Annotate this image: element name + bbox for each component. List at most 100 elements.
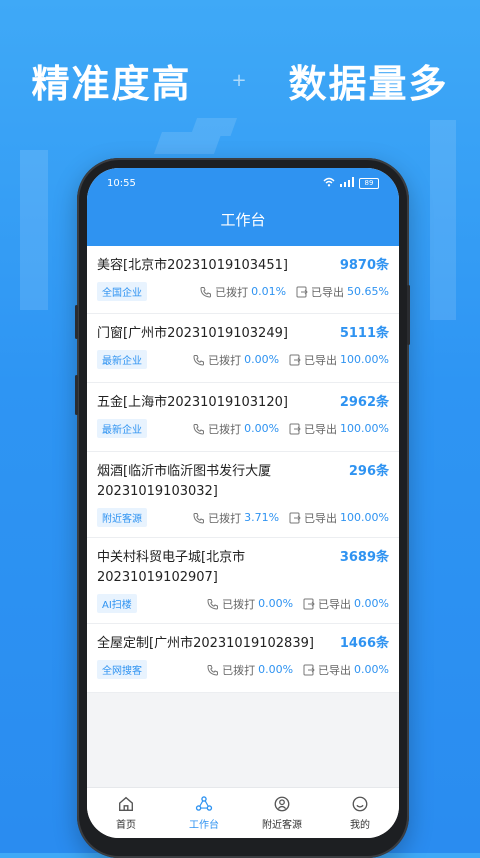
source-tag: 全网搜客 — [97, 660, 147, 679]
exported-percent: 100.00% — [340, 353, 389, 366]
nav-label: 附近客源 — [262, 820, 302, 831]
list-item-name: 五金[上海市20231019103120] — [97, 395, 288, 410]
phone-icon — [207, 664, 219, 676]
export-icon — [296, 286, 308, 297]
phone-side-button — [75, 375, 78, 415]
export-icon — [289, 512, 301, 523]
export-icon — [303, 598, 315, 609]
exported-stat: 已导出 100.00% — [289, 352, 389, 368]
list-item-name: 美容[北京市20231019103451] — [97, 258, 288, 273]
source-tag: 附近客源 — [97, 508, 147, 527]
dialed-percent: 0.00% — [244, 422, 280, 435]
exported-stat: 已导出 0.00% — [303, 662, 389, 678]
exported-label: 已导出 — [304, 353, 338, 367]
phone-icon — [200, 286, 212, 298]
list-item[interactable]: 中关村科贸电子城[北京市20231019102907] 3689条 AI扫楼 已… — [87, 538, 399, 624]
banner-headline: 精准度高 + 数据量多 — [0, 52, 480, 108]
dialed-stat: 已拨打 0.01% — [200, 284, 286, 300]
dialed-percent: 0.00% — [258, 663, 294, 676]
exported-label: 已导出 — [318, 663, 352, 677]
exported-percent: 0.00% — [354, 597, 389, 610]
nav-label: 工作台 — [189, 820, 219, 831]
wifi-icon — [323, 177, 335, 190]
exported-label: 已导出 — [304, 422, 338, 436]
exported-percent: 100.00% — [340, 422, 389, 435]
banner-separator: + — [231, 69, 249, 91]
exported-label: 已导出 — [304, 511, 338, 525]
source-tag: 最新企业 — [97, 419, 147, 438]
list-item-name: 烟酒[临沂市临沂图书发行大厦20231019103032] — [97, 464, 272, 499]
exported-percent: 50.65% — [347, 285, 389, 298]
dialed-label: 已拨打 — [208, 511, 242, 525]
list-item[interactable]: 烟酒[临沂市临沂图书发行大厦20231019103032] 296条 附近客源 … — [87, 452, 399, 538]
nav-item-home[interactable]: 首页 — [87, 788, 165, 838]
exported-stat: 已导出 0.00% — [303, 596, 389, 612]
nav-label: 我的 — [350, 820, 370, 831]
profile-icon — [352, 796, 368, 812]
list-item[interactable]: 五金[上海市20231019103120] 2962条 最新企业 已拨打 0.00… — [87, 383, 399, 452]
phone-icon — [207, 598, 219, 610]
nearby-icon — [274, 796, 290, 812]
task-list: 美容[北京市20231019103451] 9870条 全国企业 已拨打 0.01… — [87, 246, 399, 693]
nav-item-nearby[interactable]: 附近客源 — [243, 788, 321, 838]
signal-icon — [340, 176, 354, 190]
exported-percent: 0.00% — [354, 663, 389, 676]
nav-label: 首页 — [116, 820, 136, 831]
list-item-count: 3689条 — [339, 550, 389, 565]
dialed-stat: 已拨打 3.71% — [193, 510, 279, 526]
list-item-name: 全屋定制[广州市20231019102839] — [97, 636, 314, 651]
banner-right-text: 数据量多 — [288, 61, 449, 106]
list-item[interactable]: 美容[北京市20231019103451] 9870条 全国企业 已拨打 0.01… — [87, 246, 399, 314]
workbench-icon — [195, 796, 213, 811]
dialed-stat: 已拨打 0.00% — [193, 352, 279, 368]
bottom-nav: 首页 工作台 附近客源 我的 — [87, 787, 399, 838]
home-icon — [119, 796, 133, 811]
status-time: 10:55 — [107, 177, 136, 189]
exported-percent: 100.00% — [340, 511, 389, 524]
dialed-stat: 已拨打 0.00% — [193, 421, 279, 437]
phone-icon — [193, 354, 205, 366]
list-item-name: 门窗[广州市20231019103249] — [97, 326, 288, 341]
dialed-percent: 3.71% — [244, 511, 280, 524]
list-item-count: 9870条 — [339, 258, 389, 273]
exported-stat: 已导出 100.00% — [289, 421, 389, 437]
list-item-count: 5111条 — [339, 326, 389, 341]
app-header: 10:55 89 工作台 — [87, 168, 399, 246]
source-tag: 最新企业 — [97, 350, 147, 369]
list-item-count: 296条 — [348, 464, 389, 479]
exported-stat: 已导出 100.00% — [289, 510, 389, 526]
dialed-label: 已拨打 — [208, 353, 242, 367]
dialed-percent: 0.01% — [251, 285, 287, 298]
nav-item-profile[interactable]: 我的 — [321, 788, 399, 838]
source-tag: AI扫楼 — [97, 594, 137, 613]
export-icon — [303, 664, 315, 675]
dialed-label: 已拨打 — [208, 422, 242, 436]
status-bar: 10:55 89 — [87, 168, 399, 198]
exported-label: 已导出 — [318, 597, 352, 611]
phone-icon — [193, 512, 205, 524]
exported-label: 已导出 — [311, 285, 345, 299]
export-icon — [289, 423, 301, 434]
dialed-label: 已拨打 — [215, 285, 249, 299]
list-item[interactable]: 门窗[广州市20231019103249] 5111条 最新企业 已拨打 0.00… — [87, 314, 399, 383]
banner-left-text: 精准度高 — [31, 61, 192, 106]
phone-screen: 10:55 89 工作台 美容[北京市20231019103451] 9870条… — [87, 168, 399, 838]
phone-icon — [193, 423, 205, 435]
source-tag: 全国企业 — [97, 282, 147, 301]
list-item-count: 2962条 — [339, 395, 389, 410]
dialed-stat: 已拨打 0.00% — [207, 662, 293, 678]
page-title: 工作台 — [220, 211, 266, 229]
dialed-percent: 0.00% — [244, 353, 280, 366]
nav-item-workbench[interactable]: 工作台 — [165, 788, 243, 838]
dialed-label: 已拨打 — [222, 663, 256, 677]
battery-icon: 89 — [359, 177, 379, 189]
export-icon — [289, 354, 301, 365]
exported-stat: 已导出 50.65% — [296, 284, 389, 300]
phone-side-button — [75, 305, 78, 339]
dialed-label: 已拨打 — [222, 597, 256, 611]
status-icons: 89 — [323, 176, 379, 190]
list-item[interactable]: 全屋定制[广州市20231019102839] 1466条 全网搜客 已拨打 0.… — [87, 624, 399, 693]
list-item-count: 1466条 — [339, 636, 389, 651]
dialed-stat: 已拨打 0.00% — [207, 596, 293, 612]
phone-side-button — [407, 285, 410, 345]
